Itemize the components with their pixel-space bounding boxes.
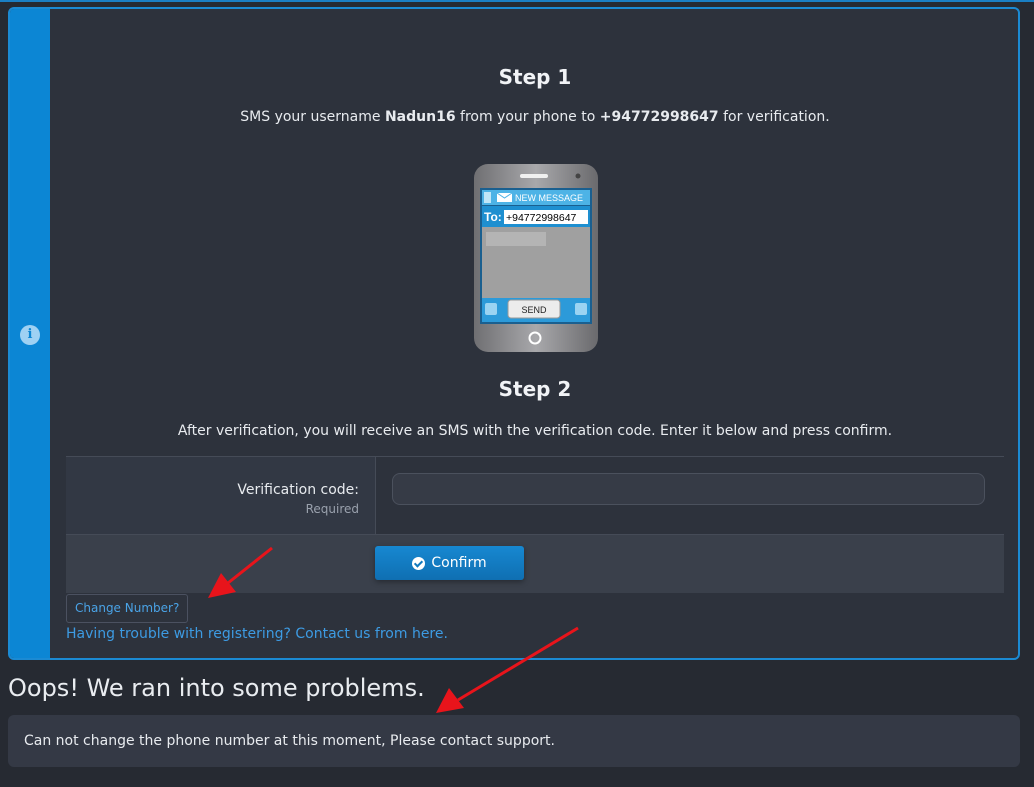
step2-instructions: After verification, you will receive an … [177, 423, 893, 439]
svg-text:+94772998647: +94772998647 [506, 212, 577, 224]
confirm-button[interactable]: Confirm [375, 546, 524, 580]
svg-text:NEW MESSAGE: NEW MESSAGE [515, 193, 583, 203]
verification-notice: i Step 1 SMS your username Nadun16 from … [8, 7, 1020, 660]
change-number-button[interactable]: Change Number? [66, 594, 189, 623]
info-icon: i [20, 325, 40, 345]
error-title: Oops! We ran into some problems. [8, 674, 425, 702]
error-message-box: Can not change the phone number at this … [8, 715, 1020, 767]
username: Nadun16 [384, 109, 456, 125]
svg-text:To:: To: [484, 210, 502, 224]
svg-text:SEND: SEND [521, 305, 547, 315]
target-phone-number: +94772998647 [599, 109, 719, 125]
step1-title: Step 1 [498, 65, 572, 89]
step2-title: Step 2 [498, 377, 572, 401]
verification-code-label: Verification code: [237, 482, 359, 498]
phone-illustration: NEW MESSAGE To: +94772998647 SEND [472, 162, 600, 354]
step1-instructions: SMS your username Nadun16 from your phon… [240, 109, 830, 125]
check-circle-icon [412, 556, 426, 570]
contact-help-link[interactable]: Having trouble with registering? Contact… [66, 626, 448, 642]
top-accent-line [0, 0, 1034, 2]
verification-code-row: Verification code: Required [66, 456, 1004, 535]
verification-code-input[interactable] [392, 473, 985, 505]
verification-code-label-cell: Verification code: Required [66, 457, 376, 535]
confirm-button-label: Confirm [431, 555, 487, 571]
verification-form: Verification code: Required Confirm [66, 456, 1004, 593]
form-submit-row: Confirm [66, 534, 1004, 593]
notice-accent-bar: i [10, 9, 50, 658]
required-hint: Required [305, 502, 359, 516]
error-message: Can not change the phone number at this … [24, 733, 555, 749]
